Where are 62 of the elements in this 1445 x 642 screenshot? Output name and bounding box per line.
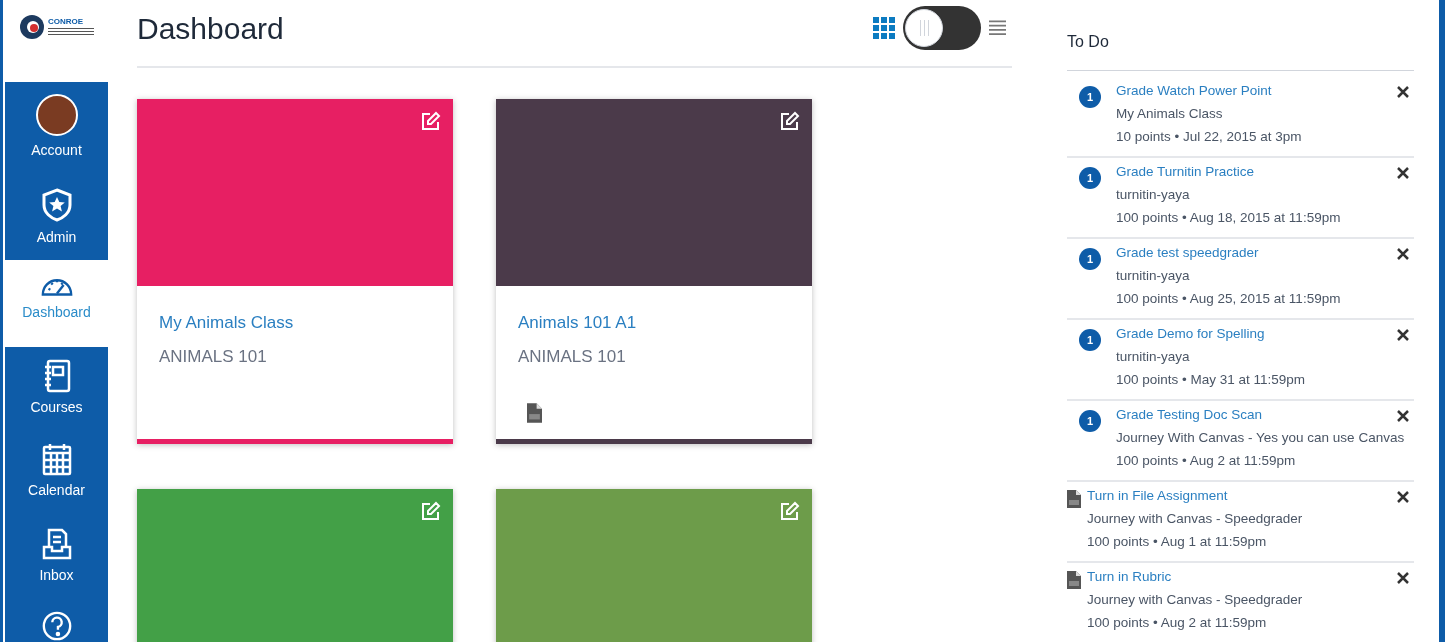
close-icon[interactable] bbox=[1396, 328, 1410, 342]
count-badge: 1 bbox=[1079, 86, 1101, 108]
inbox-icon bbox=[40, 527, 73, 561]
todo-course: turnitin-yaya bbox=[1116, 267, 1190, 285]
logo-mark-icon bbox=[19, 14, 45, 40]
todo-details: 100 points • Aug 2 at 11:59pm bbox=[1087, 614, 1267, 632]
course-card[interactable]: Animals 101 A1 ANIMALS 101 bbox=[496, 99, 812, 444]
todo-details: 100 points • Aug 25, 2015 at 11:59pm bbox=[1116, 290, 1341, 308]
assignment-file-icon bbox=[1067, 490, 1081, 508]
close-icon[interactable] bbox=[1396, 85, 1410, 99]
logo-text: CONROE bbox=[48, 18, 85, 26]
todo-course: turnitin-yaya bbox=[1116, 186, 1190, 204]
todo-course: My Animals Class bbox=[1116, 105, 1223, 123]
todo-item-link[interactable]: Turn in File Assignment bbox=[1087, 487, 1228, 505]
todo-item-link[interactable]: Turn in Rubric bbox=[1087, 568, 1172, 586]
view-toggle[interactable] bbox=[903, 6, 981, 50]
edit-icon[interactable] bbox=[780, 111, 800, 131]
todo-item-link[interactable]: Grade Testing Doc Scan bbox=[1116, 406, 1263, 424]
assignment-file-icon bbox=[1067, 571, 1081, 589]
page-title: Dashboard bbox=[137, 10, 285, 47]
nav-item[interactable]: Calendar bbox=[5, 430, 108, 515]
nav-item[interactable]: Admin bbox=[5, 175, 108, 260]
close-icon[interactable] bbox=[1396, 409, 1410, 423]
todo-course: Journey with Canvas - Speedgrader bbox=[1087, 510, 1303, 528]
course-card[interactable]: My Animals Class ANIMALS 101 bbox=[137, 99, 453, 444]
todo-details: 100 points • Aug 18, 2015 at 11:59pm bbox=[1116, 209, 1341, 227]
count-badge: 1 bbox=[1079, 410, 1101, 432]
nav-item[interactable] bbox=[5, 598, 108, 642]
nav-item[interactable]: Inbox bbox=[5, 515, 108, 598]
course-title-link[interactable]: My Animals Class bbox=[159, 310, 431, 336]
nav-item[interactable]: Account bbox=[5, 82, 108, 175]
count-badge: 1 bbox=[1079, 329, 1101, 351]
todo-course: turnitin-yaya bbox=[1116, 348, 1190, 366]
todo-details: 100 points • Aug 1 at 11:59pm bbox=[1087, 533, 1267, 551]
close-icon[interactable] bbox=[1396, 490, 1410, 504]
assignment-file-icon[interactable] bbox=[527, 403, 542, 423]
close-icon[interactable] bbox=[1396, 166, 1410, 180]
list-view-icon[interactable] bbox=[989, 19, 1006, 37]
close-icon[interactable] bbox=[1396, 571, 1410, 585]
course-code: ANIMALS 101 bbox=[159, 345, 268, 368]
calendar-icon bbox=[40, 442, 73, 476]
count-badge: 1 bbox=[1079, 167, 1101, 189]
todo-course: Journey with Canvas - Speedgrader bbox=[1087, 591, 1303, 609]
close-icon[interactable] bbox=[1396, 247, 1410, 261]
todo-details: 100 points • Aug 2 at 11:59pm bbox=[1116, 452, 1296, 470]
todo-details: 10 points • Jul 22, 2015 at 3pm bbox=[1116, 128, 1302, 146]
todo-item-link[interactable]: Grade test speedgrader bbox=[1116, 244, 1259, 262]
admin-icon bbox=[40, 187, 73, 223]
todo-heading: To Do bbox=[1067, 30, 1414, 71]
todo-item-link[interactable]: Grade Demo for Spelling bbox=[1116, 325, 1265, 343]
course-title-link[interactable]: Animals 101 A1 bbox=[518, 310, 790, 336]
count-badge: 1 bbox=[1079, 248, 1101, 270]
avatar-icon bbox=[35, 94, 78, 136]
todo-details: 100 points • May 31 at 11:59pm bbox=[1116, 371, 1306, 389]
nav-item[interactable]: Courses bbox=[5, 347, 108, 430]
todo-item-link[interactable]: Grade Turnitin Practice bbox=[1116, 163, 1255, 181]
todo-course: Journey With Canvas - Yes you can use Canvas bbox=[1116, 429, 1405, 447]
help-icon bbox=[40, 610, 73, 642]
edit-icon[interactable] bbox=[421, 111, 441, 131]
course-code: ANIMALS 101 bbox=[518, 345, 627, 368]
grid-view-icon[interactable] bbox=[873, 17, 895, 39]
todo-item-link[interactable]: Grade Watch Power Point bbox=[1116, 82, 1272, 100]
